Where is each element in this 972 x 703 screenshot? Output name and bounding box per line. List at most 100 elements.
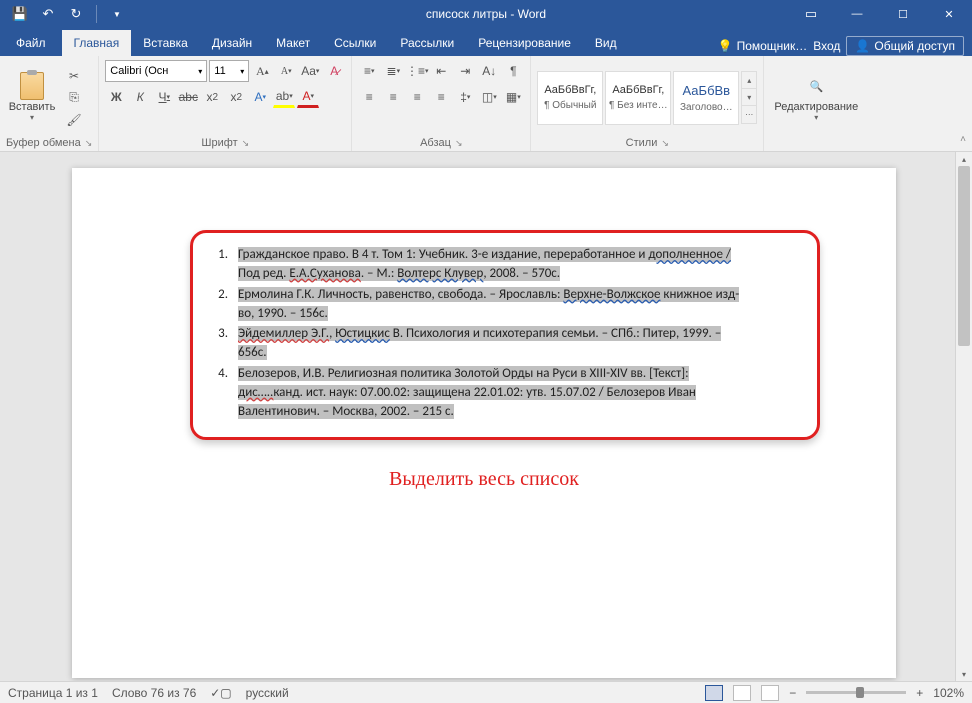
text-effects-button[interactable]: A▾ (249, 86, 271, 108)
styles-more-icon[interactable]: ⋯ (742, 106, 756, 123)
scroll-thumb[interactable] (958, 166, 970, 346)
tab-mailings[interactable]: Рассылки (388, 30, 466, 56)
bibliography-list[interactable]: 1.Гражданское право. В 4 т. Том 1: Учебн… (212, 246, 802, 424)
copy-button[interactable]: ⎘ (64, 88, 84, 108)
view-web-button[interactable] (761, 685, 779, 701)
tab-design[interactable]: Дизайн (200, 30, 264, 56)
decrease-indent-button[interactable]: ⇤ (430, 60, 452, 82)
zoom-in-button[interactable]: + (916, 686, 923, 700)
tab-review[interactable]: Рецензирование (466, 30, 583, 56)
scroll-up-icon[interactable]: ▴ (956, 152, 972, 166)
tell-me-helper[interactable]: 💡Помощник… (718, 39, 808, 53)
clipboard-launcher[interactable]: ↘ (85, 138, 93, 149)
paragraph-launcher[interactable]: ↘ (455, 138, 463, 149)
lightbulb-icon: 💡 (718, 39, 733, 53)
redo-button[interactable]: ↻ (64, 2, 88, 26)
list-item: 1.Гражданское право. В 4 т. Том 1: Учебн… (212, 246, 802, 284)
group-styles: АаБбВвГг, ¶ Обычный АаБбВвГг, ¶ Без инте… (531, 56, 764, 151)
align-center-button[interactable]: ≡ (382, 86, 404, 108)
list-item: 3.Эйдемиллер Э.Г., Юстицкис В. Психологи… (212, 325, 802, 363)
group-paragraph: ≡▾ ≣▾ ⋮≡▾ ⇤ ⇥ A↓ ¶ ≡ ≡ ≡ ≡ ‡▾ ◫▾ ▦▾ (352, 56, 531, 151)
statusbar: Страница 1 из 1 Слово 76 из 76 ✓▢ русски… (0, 681, 972, 703)
scroll-down-icon[interactable]: ▾ (956, 667, 972, 681)
undo-button[interactable]: ↶ (36, 2, 60, 26)
proofing-indicator[interactable]: ✓▢ (210, 686, 231, 700)
style-normal[interactable]: АаБбВвГг, ¶ Обычный (537, 71, 603, 125)
line-spacing-button[interactable]: ‡▾ (454, 86, 476, 108)
italic-button[interactable]: К (129, 86, 151, 108)
list-item: 2.Ермолина Г.К. Личность, равенство, сво… (212, 286, 802, 324)
ribbon-tabs: Файл Главная Вставка Дизайн Макет Ссылки… (0, 28, 972, 56)
change-case-button[interactable]: Aa▾ (299, 60, 321, 82)
share-button[interactable]: 👤Общий доступ (846, 36, 964, 56)
cut-button[interactable]: ✂ (64, 66, 84, 86)
ribbon-options-button[interactable]: ▭ (788, 0, 834, 28)
zoom-level[interactable]: 102% (933, 686, 964, 700)
styles-down-icon[interactable]: ▾ (742, 89, 756, 106)
justify-button[interactable]: ≡ (430, 86, 452, 108)
increase-indent-button[interactable]: ⇥ (454, 60, 476, 82)
search-icon: 🔍 (803, 73, 829, 99)
font-color-button[interactable]: A▾ (297, 86, 319, 108)
highlight-button[interactable]: ab▾ (273, 86, 295, 108)
collapse-ribbon-button[interactable]: ˄ (960, 134, 966, 145)
sort-button[interactable]: A↓ (478, 60, 500, 82)
format-painter-button[interactable]: 🖌 (64, 110, 84, 130)
person-icon: 👤 (855, 39, 870, 53)
maximize-button[interactable]: ☐ (880, 0, 926, 28)
bullets-button[interactable]: ≡▾ (358, 60, 380, 82)
bold-button[interactable]: Ж (105, 86, 127, 108)
tab-references[interactable]: Ссылки (322, 30, 388, 56)
strike-button[interactable]: abc (177, 86, 199, 108)
ribbon: Вставить ▾ ✂ ⎘ 🖌 Буфер обмена↘ Calibri (… (0, 56, 972, 152)
styles-launcher[interactable]: ↘ (661, 138, 669, 149)
borders-button[interactable]: ▦▾ (502, 86, 524, 108)
view-read-button[interactable] (733, 685, 751, 701)
shading-button[interactable]: ◫▾ (478, 86, 500, 108)
qat-customize-button[interactable]: ▼ (105, 2, 129, 26)
titlebar: 💾 ↶ ↻ ▼ списоск литры - Word ▭ — ☐ ✕ (0, 0, 972, 28)
font-name-combo[interactable]: Calibri (Осн▾ (105, 60, 207, 82)
window-title: списоск литры - Word (426, 7, 546, 21)
save-button[interactable]: 💾 (8, 2, 32, 26)
paste-button[interactable]: Вставить ▾ (6, 60, 58, 135)
show-marks-button[interactable]: ¶ (502, 60, 524, 82)
annotation-caption: Выделить весь список (72, 468, 896, 491)
quick-access-toolbar: 💾 ↶ ↻ ▼ (0, 2, 129, 26)
font-size-combo[interactable]: 11▾ (209, 60, 249, 82)
close-button[interactable]: ✕ (926, 0, 972, 28)
underline-button[interactable]: Ч▾ (153, 86, 175, 108)
subscript-button[interactable]: x2 (201, 86, 223, 108)
language-indicator[interactable]: русский (246, 686, 289, 700)
minimize-button[interactable]: — (834, 0, 880, 28)
document-page[interactable]: 1.Гражданское право. В 4 т. Том 1: Учебн… (72, 168, 896, 678)
style-heading1[interactable]: АаБбВв Заголово… (673, 71, 739, 125)
tab-view[interactable]: Вид (583, 30, 629, 56)
numbering-button[interactable]: ≣▾ (382, 60, 404, 82)
tab-home[interactable]: Главная (62, 30, 132, 56)
tab-file[interactable]: Файл (4, 30, 58, 56)
editing-button[interactable]: 🔍 Редактирование ▾ (770, 60, 862, 135)
align-right-button[interactable]: ≡ (406, 86, 428, 108)
styles-gallery-nav[interactable]: ▴ ▾ ⋯ (741, 71, 757, 124)
view-print-button[interactable] (705, 685, 723, 701)
grow-font-button[interactable]: A▴ (251, 60, 273, 82)
styles-up-icon[interactable]: ▴ (742, 72, 756, 89)
align-left-button[interactable]: ≡ (358, 86, 380, 108)
page-indicator[interactable]: Страница 1 из 1 (8, 686, 98, 700)
superscript-button[interactable]: x2 (225, 86, 247, 108)
signin-link[interactable]: Вход (813, 39, 840, 53)
shrink-font-button[interactable]: A▾ (275, 60, 297, 82)
tab-insert[interactable]: Вставка (131, 30, 200, 56)
document-area: 1.Гражданское право. В 4 т. Том 1: Учебн… (0, 152, 972, 681)
clear-format-button[interactable]: A̷ (323, 60, 345, 82)
tab-layout[interactable]: Макет (264, 30, 322, 56)
style-no-spacing[interactable]: АаБбВвГг, ¶ Без инте… (605, 71, 671, 125)
font-launcher[interactable]: ↘ (242, 138, 250, 149)
group-editing: 🔍 Редактирование ▾ (764, 56, 868, 151)
vertical-scrollbar[interactable]: ▴ ▾ (955, 152, 972, 681)
multilevel-button[interactable]: ⋮≡▾ (406, 60, 428, 82)
zoom-slider[interactable] (806, 691, 906, 694)
zoom-out-button[interactable]: − (789, 686, 796, 700)
word-count[interactable]: Слово 76 из 76 (112, 686, 196, 700)
